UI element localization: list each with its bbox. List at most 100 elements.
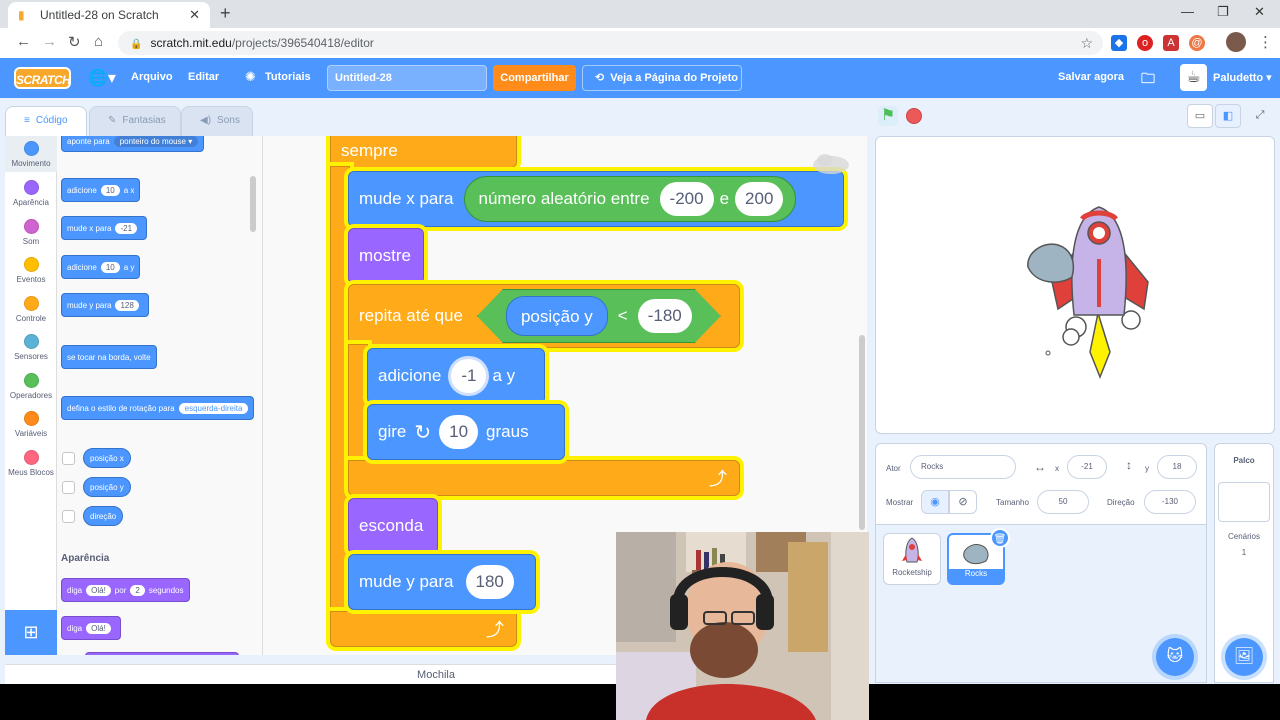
close-tab-icon[interactable]: ✕ [189, 7, 200, 23]
palette-next-block[interactable] [85, 652, 239, 655]
palette-say[interactable]: diga Olá! [61, 616, 121, 640]
minimize-icon[interactable]: — [1181, 4, 1194, 19]
palette-bounce[interactable]: se tocar na borda, volte [61, 345, 157, 369]
category-sensing[interactable]: Sensores [5, 334, 57, 361]
normal-stage-button[interactable]: ◧ [1215, 104, 1241, 128]
block-hide[interactable]: esconda [348, 498, 438, 554]
forward-icon[interactable]: → [42, 33, 57, 50]
tab-costumes[interactable]: ✎ Fantasias [89, 106, 181, 136]
point-towards-dropdown[interactable]: ponteiro do mouse ▾ [113, 136, 199, 147]
add-extension-button[interactable]: ⊞ [5, 610, 57, 655]
stage-canvas[interactable] [875, 136, 1275, 434]
block-repeat-until[interactable]: repita até que posição y < -180 [348, 284, 740, 348]
sprite-tile-rocketship[interactable]: Rocketship [883, 533, 941, 585]
save-now-link[interactable]: Salvar agora [1058, 71, 1124, 83]
address-bar[interactable]: 🔒 scratch.mit.edu/projects/396540418/edit… [118, 31, 1103, 55]
set-y-input[interactable]: 180 [465, 565, 514, 599]
checkbox-direction[interactable] [62, 510, 75, 523]
project-title-input[interactable]: Untitled-28 [327, 65, 487, 91]
random-from-input[interactable]: -200 [659, 182, 714, 216]
block-forever[interactable]: sempre [330, 136, 517, 168]
checkbox-y-position[interactable] [62, 481, 75, 494]
category-control[interactable]: Controle [5, 296, 57, 323]
block-input[interactable]: Olá! [86, 622, 111, 634]
user-avatar[interactable]: ☕ [1180, 64, 1207, 91]
change-y-input[interactable]: -1 [451, 359, 487, 393]
browser-tab[interactable]: ▮ Untitled-28 on Scratch ✕ [8, 2, 210, 28]
profile-avatar[interactable] [1226, 32, 1246, 52]
palette-change-x[interactable]: adicione 10 a x [61, 178, 141, 202]
choose-backdrop-icon[interactable]: 🖼 [1225, 638, 1263, 676]
palette-rotation-style[interactable]: defina o estilo de rotação para esquerda-… [61, 396, 255, 420]
menu-tutorials[interactable]: Tutoriais [265, 71, 311, 83]
category-motion[interactable]: Movimento [5, 136, 57, 172]
palette-reporter-y-position[interactable]: posição y [83, 477, 131, 497]
block-input[interactable]: 128 [115, 299, 139, 311]
palette-scrollbar[interactable] [250, 176, 256, 232]
category-sound[interactable]: Som [5, 219, 57, 246]
stop-icon[interactable] [906, 108, 922, 124]
delete-sprite-trash-icon[interactable]: 🗑 [990, 528, 1010, 548]
reload-icon[interactable]: ↻ [68, 33, 81, 51]
palette-reporter-direction[interactable]: direção [83, 506, 124, 526]
tab-code[interactable]: ≡ Código [5, 106, 87, 136]
direction-input[interactable]: -130 [1144, 490, 1196, 514]
x-input[interactable]: -21 [1067, 455, 1107, 479]
block-input[interactable]: Olá! [86, 584, 111, 596]
back-icon[interactable]: ← [16, 33, 31, 50]
rotation-style-dropdown[interactable]: esquerda-direita [178, 402, 249, 414]
see-project-page-button[interactable]: ⟲ Veja a Página do Projeto [582, 65, 742, 91]
extension-icon[interactable]: o [1137, 35, 1153, 51]
chrome-menu-icon[interactable]: ⋮ [1258, 33, 1273, 51]
tutorials-lightbulb-icon[interactable]: ✺ [245, 69, 256, 85]
scratch-logo[interactable]: SCRATCH [14, 67, 71, 89]
random-to-input[interactable]: 200 [735, 182, 784, 216]
pdf-extension-icon[interactable]: A [1163, 35, 1179, 51]
workspace-scrollbar[interactable] [859, 335, 865, 530]
size-input[interactable]: 50 [1037, 490, 1089, 514]
palette-reporter-x-position[interactable]: posição x [83, 448, 131, 468]
block-input[interactable]: 10 [100, 261, 120, 273]
category-operators[interactable]: Operadores [5, 373, 57, 400]
choose-sprite-cat-icon[interactable]: 🐱 [1156, 638, 1194, 676]
my-stuff-folder-icon[interactable]: 🗀 [1141, 68, 1155, 92]
palette-point-towards[interactable]: aponte para ponteiro do mouse ▾ [61, 136, 205, 152]
palette-set-y[interactable]: mude y para 128 [61, 293, 149, 317]
fullscreen-icon[interactable]: ⤢ [1247, 104, 1273, 128]
reporter-y-position[interactable]: posição y [506, 296, 608, 336]
language-globe-icon[interactable]: 🌐▾ [88, 68, 116, 88]
palette-set-x[interactable]: mude x para -21 [61, 216, 148, 240]
block-less-than[interactable]: posição y < -180 [477, 289, 721, 343]
green-flag-icon[interactable]: ⚑ [878, 106, 898, 126]
home-icon[interactable]: ⌂ [94, 33, 103, 50]
restore-icon[interactable]: ❐ [1217, 4, 1229, 20]
sprite-name-input[interactable]: Rocks [910, 455, 1016, 479]
hide-eye-icon[interactable]: ⊘ [949, 490, 977, 514]
less-than-input[interactable]: -180 [638, 299, 692, 333]
block-set-y[interactable]: mude y para 180 [348, 554, 536, 610]
close-window-icon[interactable]: ✕ [1254, 4, 1265, 20]
turn-degrees-input[interactable]: 10 [439, 415, 479, 449]
small-stage-button[interactable]: ▭ [1187, 104, 1213, 128]
bookmark-star-icon[interactable]: ☆ [1080, 31, 1093, 55]
menu-edit[interactable]: Editar [188, 71, 219, 83]
block-set-x[interactable]: mude x para número aleatório entre -200 … [348, 171, 844, 227]
block-show[interactable]: mostre [348, 228, 424, 284]
palette-say-for-secs[interactable]: diga Olá! por 2 segundos [61, 578, 190, 602]
tab-sounds[interactable]: ◀) Sons [181, 106, 253, 136]
category-looks[interactable]: Aparência [5, 180, 57, 207]
block-change-y[interactable]: adicione -1 a y [367, 348, 545, 404]
category-my-blocks[interactable]: Meus Blocos [5, 450, 57, 477]
category-variables[interactable]: Variáveis [5, 411, 57, 438]
block-input[interactable]: -21 [115, 222, 138, 234]
category-events[interactable]: Eventos [5, 257, 57, 284]
share-button[interactable]: Compartilhar [493, 65, 576, 91]
y-input[interactable]: 18 [1157, 455, 1197, 479]
username-menu[interactable]: Paludetto ▾ [1213, 71, 1272, 84]
new-tab-icon[interactable]: + [220, 3, 231, 24]
menu-file[interactable]: Arquivo [131, 71, 173, 83]
extension-icon[interactable]: @ [1189, 35, 1205, 51]
checkbox-x-position[interactable] [62, 452, 75, 465]
extension-icon[interactable]: ◆ [1111, 35, 1127, 51]
block-input[interactable]: 10 [100, 184, 120, 196]
